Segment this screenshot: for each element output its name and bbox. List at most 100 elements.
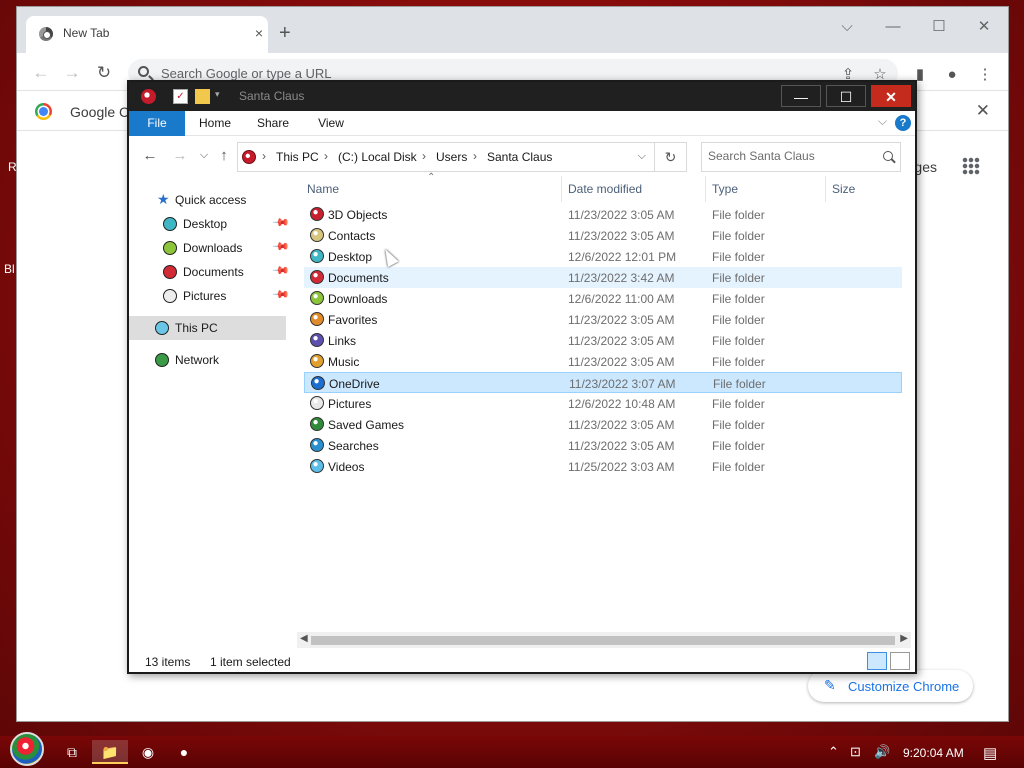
- task-view-icon[interactable]: ⧉: [60, 740, 84, 764]
- apps-grid-icon[interactable]: [962, 157, 980, 175]
- file-row[interactable]: Music 11/23/2022 3:05 AM File folder: [304, 351, 902, 372]
- breadcrumb-users[interactable]: Users: [436, 150, 467, 164]
- horizontal-scrollbar[interactable]: ◀ ▶: [297, 632, 911, 648]
- file-date-modified: 12/6/2022 12:01 PM: [568, 250, 677, 264]
- file-row[interactable]: Downloads 12/6/2022 11:00 AM File folder: [304, 288, 902, 309]
- tab-file[interactable]: File: [129, 111, 185, 136]
- column-divider[interactable]: [825, 176, 826, 202]
- tab-home[interactable]: Home: [195, 111, 235, 136]
- back-button[interactable]: ←: [30, 63, 52, 83]
- file-row[interactable]: Documents 11/23/2022 3:42 AM File folder: [304, 267, 902, 288]
- file-row[interactable]: Searches 11/23/2022 3:05 AM File folder: [304, 435, 902, 456]
- chrome-maximize-button[interactable]: ☐: [927, 17, 951, 37]
- quick-access-toolbar-chevron-icon[interactable]: ▾: [215, 89, 230, 104]
- minimize-button[interactable]: —: [781, 85, 821, 107]
- file-type: File folder: [712, 334, 765, 348]
- pin-icon[interactable]: 📌: [271, 237, 290, 256]
- nav-label: Quick access: [175, 193, 247, 207]
- column-divider[interactable]: [561, 176, 562, 202]
- file-row[interactable]: Videos 11/25/2022 3:03 AM File folder: [304, 456, 902, 477]
- notifications-icon[interactable]: ▤: [983, 744, 997, 762]
- tray-chevron-icon[interactable]: ⌃: [828, 744, 839, 760]
- nav-label: Pictures: [183, 289, 227, 303]
- file-name: Favorites: [328, 313, 378, 327]
- search-input[interactable]: [708, 149, 868, 163]
- scrollbar-thumb[interactable]: [311, 636, 895, 645]
- file-row[interactable]: Links 11/23/2022 3:05 AM File folder: [304, 330, 902, 351]
- breadcrumb-local-disk[interactable]: (C:) Local Disk: [338, 150, 417, 164]
- column-header-date[interactable]: Date modified: [568, 176, 642, 202]
- forward-arrow-icon[interactable]: →: [171, 147, 189, 164]
- address-bar[interactable]: › This PC › (C:) Local Disk › Users › Sa…: [237, 142, 655, 172]
- nav-item-pictures[interactable]: Pictures 📌: [129, 284, 290, 308]
- images-link[interactable]: ges: [914, 159, 937, 175]
- menu-kebab-icon[interactable]: ⋮: [976, 66, 994, 84]
- recent-locations-chevron-icon[interactable]: ⌵: [195, 149, 213, 162]
- back-arrow-icon[interactable]: ←: [141, 147, 159, 164]
- refresh-button[interactable]: ↻: [655, 142, 687, 172]
- reload-button[interactable]: ↻: [93, 63, 115, 83]
- scroll-left-icon[interactable]: ◀: [300, 633, 308, 644]
- nav-quick-access[interactable]: ★ Quick access: [129, 188, 286, 212]
- ribbon-expand-chevron-icon[interactable]: ⌵: [878, 114, 887, 129]
- file-row[interactable]: 3D Objects 11/23/2022 3:05 AM File folder: [304, 204, 902, 225]
- maximize-button[interactable]: ☐: [826, 85, 866, 107]
- properties-check-icon[interactable]: ✓: [173, 89, 188, 104]
- address-dropdown-icon[interactable]: ⌵: [638, 150, 646, 163]
- file-explorer-taskbar-icon[interactable]: 📁: [92, 740, 128, 764]
- details-view-button[interactable]: [867, 652, 887, 670]
- nav-item-documents[interactable]: Documents 📌: [129, 260, 290, 284]
- profile-avatar-icon[interactable]: ●: [943, 66, 961, 84]
- network-icon[interactable]: ⊡: [850, 744, 861, 760]
- file-row[interactable]: Contacts 11/23/2022 3:05 AM File folder: [304, 225, 902, 246]
- up-arrow-icon[interactable]: ↑: [215, 147, 233, 164]
- file-row[interactable]: Pictures 12/6/2022 10:48 AM File folder: [304, 393, 902, 414]
- column-divider[interactable]: [705, 176, 706, 202]
- nav-item-desktop[interactable]: Desktop 📌: [129, 212, 290, 236]
- forward-button[interactable]: →: [61, 63, 83, 83]
- new-tab-button[interactable]: +: [279, 23, 291, 43]
- chrome-tab-new-tab[interactable]: New Tab ×: [26, 16, 268, 53]
- file-type: File folder: [712, 271, 765, 285]
- column-header-size[interactable]: Size: [832, 176, 855, 202]
- file-type: File folder: [712, 313, 765, 327]
- tab-view[interactable]: View: [311, 111, 351, 136]
- nav-network[interactable]: Network: [129, 348, 286, 372]
- infobar-close-icon[interactable]: ✕: [976, 101, 990, 121]
- file-row[interactable]: Favorites 11/23/2022 3:05 AM File folder: [304, 309, 902, 330]
- pin-icon[interactable]: 📌: [271, 285, 290, 304]
- ornament-app-taskbar-icon[interactable]: ●: [172, 740, 196, 764]
- volume-icon[interactable]: 🔊: [874, 744, 890, 760]
- column-header-type[interactable]: Type: [712, 176, 738, 202]
- large-icons-view-button[interactable]: [890, 652, 910, 670]
- scroll-right-icon[interactable]: ▶: [900, 633, 908, 644]
- file-row[interactable]: Saved Games 11/23/2022 3:05 AM File folder: [304, 414, 902, 435]
- clock[interactable]: 9:20:04 AM: [903, 746, 964, 760]
- default-browser-text: Google Cl: [70, 104, 133, 120]
- folder-ornament-icon: [310, 228, 324, 242]
- pin-icon[interactable]: 📌: [271, 261, 290, 280]
- help-icon[interactable]: ?: [895, 115, 911, 131]
- chrome-taskbar-icon[interactable]: ◉: [136, 740, 160, 764]
- nav-item-downloads[interactable]: Downloads 📌: [129, 236, 290, 260]
- chrome-tab-search-chevron-icon[interactable]: ⌵: [835, 17, 859, 37]
- breadcrumb-this-pc[interactable]: This PC: [276, 150, 319, 164]
- window-title: Santa Claus: [239, 89, 305, 103]
- search-box[interactable]: [701, 142, 901, 172]
- file-row[interactable]: OneDrive 11/23/2022 3:07 AM File folder: [304, 372, 902, 393]
- nav-this-pc[interactable]: This PC: [129, 316, 286, 340]
- customize-chrome-button[interactable]: ✎ Customize Chrome: [808, 670, 973, 702]
- tab-share[interactable]: Share: [253, 111, 293, 136]
- file-type: File folder: [712, 418, 765, 432]
- breadcrumb-santa-claus[interactable]: Santa Claus: [487, 150, 552, 164]
- explorer-title-bar[interactable]: ✓ ▾ Santa Claus — ☐ ✕: [129, 82, 915, 111]
- close-button[interactable]: ✕: [871, 85, 911, 107]
- start-button[interactable]: [10, 732, 44, 766]
- chrome-minimize-button[interactable]: —: [881, 17, 905, 37]
- column-header-name[interactable]: Name: [307, 176, 339, 202]
- file-date-modified: 11/23/2022 3:07 AM: [569, 377, 676, 391]
- new-folder-icon[interactable]: [195, 89, 210, 104]
- chrome-close-button[interactable]: ✕: [972, 17, 996, 37]
- tab-close-icon[interactable]: ×: [250, 24, 268, 42]
- pin-icon[interactable]: 📌: [271, 213, 290, 232]
